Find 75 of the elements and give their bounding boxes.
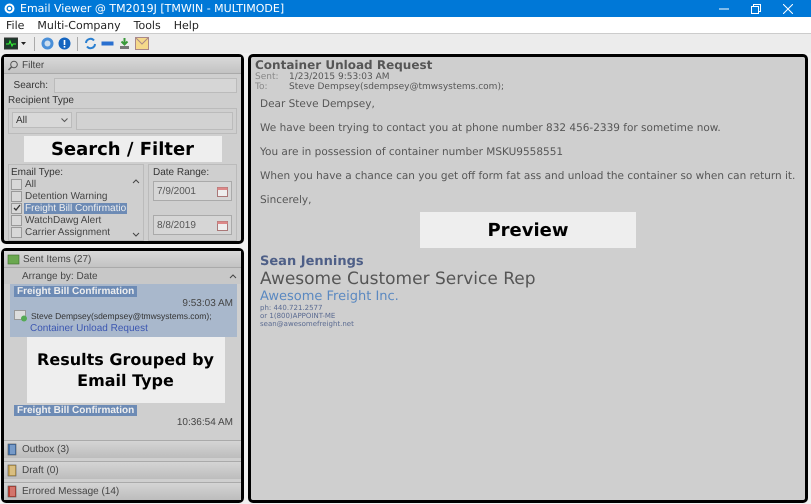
checkbox[interactable] bbox=[11, 202, 22, 214]
folder-icon bbox=[7, 253, 20, 265]
calendar-icon[interactable] bbox=[217, 220, 228, 230]
date-field[interactable]: 8/8/2019 bbox=[153, 215, 232, 235]
app-icon bbox=[4, 3, 15, 14]
item-recipient: Steve Dempsey(sdempsey@tmwsystems.com); bbox=[31, 311, 212, 321]
caret-icon bbox=[61, 118, 68, 122]
recipient-type-dropdown[interactable]: All bbox=[12, 112, 72, 128]
sent-label: Sent: bbox=[255, 72, 280, 82]
download-icon[interactable] bbox=[118, 37, 131, 50]
result-item[interactable]: Freight Bill Confirmation 10:36:54 AM bbox=[10, 403, 237, 431]
folder-bar[interactable]: Errored Message (14) bbox=[4, 482, 241, 500]
email-subject: Container Unload Request bbox=[255, 57, 434, 72]
email-type-option[interactable]: WatchDawg Alert bbox=[24, 214, 102, 226]
panel-title: Filter bbox=[22, 60, 44, 70]
checkbox[interactable] bbox=[11, 226, 22, 238]
menu-item[interactable]: File bbox=[6, 18, 24, 32]
menu-item[interactable]: Tools bbox=[134, 18, 161, 32]
folder-icon bbox=[7, 443, 18, 456]
envelope-icon bbox=[14, 310, 28, 322]
date-field[interactable]: 7/9/2001 bbox=[153, 181, 232, 201]
sent-date: 1/23/2015 9:53:03 AM bbox=[289, 72, 390, 82]
checkbox[interactable] bbox=[11, 190, 22, 202]
search-label: Search: bbox=[12, 80, 48, 91]
to-label: To: bbox=[255, 82, 269, 92]
folder-label: Outbox (3) bbox=[22, 444, 70, 455]
search-field[interactable] bbox=[54, 78, 237, 93]
recipient-type-label: Recipient Type bbox=[8, 95, 75, 106]
signature-title: Awesome Customer Service Rep bbox=[260, 269, 536, 289]
date-range-label: Date Range: bbox=[153, 167, 210, 178]
callout-label: Results Grouped by Email Type bbox=[26, 337, 224, 403]
item-time: 9:53:03 AM bbox=[182, 298, 233, 309]
body-paragraph: We have been trying to contact you at phone number 832 456-2339 for sometime now. bbox=[260, 122, 722, 134]
group-header: Freight Bill Confirmation bbox=[14, 405, 138, 416]
callout-label: Search / Filter bbox=[24, 136, 222, 162]
signature-company: Awesome Freight Inc. bbox=[260, 289, 400, 304]
calendar-icon[interactable] bbox=[217, 186, 228, 196]
window-title: Email Viewer @ TM2019J [TMWIN - MULTIMODE] bbox=[20, 2, 286, 15]
folder-icon bbox=[7, 485, 18, 498]
scroll-up-icon[interactable] bbox=[229, 273, 237, 279]
monitor-icon[interactable] bbox=[4, 37, 28, 50]
group-header: Freight Bill Confirmation bbox=[14, 286, 138, 297]
body-paragraph: When you have a chance can you get off form fat ass and unload the container so when can return it. bbox=[260, 170, 796, 182]
checkbox[interactable] bbox=[11, 178, 22, 190]
item-subject: Container Unload Request bbox=[29, 323, 149, 334]
email-type-option[interactable]: Carrier Assignment bbox=[24, 226, 112, 238]
restore-icon[interactable] bbox=[751, 4, 761, 14]
body-paragraph: Dear Steve Dempsey, bbox=[260, 98, 376, 110]
checkbox[interactable] bbox=[11, 214, 22, 226]
folder-label: Errored Message (14) bbox=[22, 486, 120, 497]
menu-item[interactable]: Help bbox=[174, 18, 199, 32]
signature-name: Sean Jennings bbox=[260, 254, 365, 269]
scrollbar[interactable] bbox=[131, 178, 141, 238]
email-type-label: Email Type: bbox=[11, 167, 64, 178]
refresh-icon[interactable] bbox=[84, 37, 97, 50]
result-item[interactable]: Freight Bill Confirmation 9:53:03 AM Steve Dempsey(sdempsey@tmwsystems.com); Container Unload Request bbox=[10, 284, 237, 337]
folder-bar[interactable]: Outbox (3) bbox=[4, 440, 241, 458]
menu-item[interactable]: Multi-Company bbox=[37, 18, 121, 32]
info-icon[interactable] bbox=[58, 37, 71, 50]
envelope-icon[interactable] bbox=[135, 37, 149, 50]
to-address: Steve Dempsey(sdempsey@tmwsystems.com); bbox=[289, 82, 504, 92]
body-paragraph: You are in possession of container number MSKU9558551 bbox=[260, 146, 564, 158]
close-icon[interactable] bbox=[783, 4, 793, 14]
folder-label: Draft (0) bbox=[22, 465, 59, 476]
folder-icon bbox=[7, 464, 18, 477]
scroll-up-icon[interactable] bbox=[132, 178, 140, 184]
scroll-down-icon[interactable] bbox=[132, 232, 140, 238]
body-paragraph: Sincerely, bbox=[260, 194, 312, 206]
search-icon bbox=[7, 60, 19, 70]
callout-label: Preview bbox=[420, 212, 636, 248]
folder-label[interactable]: Sent Items (27) bbox=[23, 254, 92, 264]
folder-bar[interactable]: Draft (0) bbox=[4, 461, 241, 479]
item-time: 10:36:54 AM bbox=[176, 417, 233, 428]
email-type-option[interactable]: Detention Warning bbox=[24, 190, 108, 202]
email-type-option[interactable]: All bbox=[24, 178, 38, 190]
